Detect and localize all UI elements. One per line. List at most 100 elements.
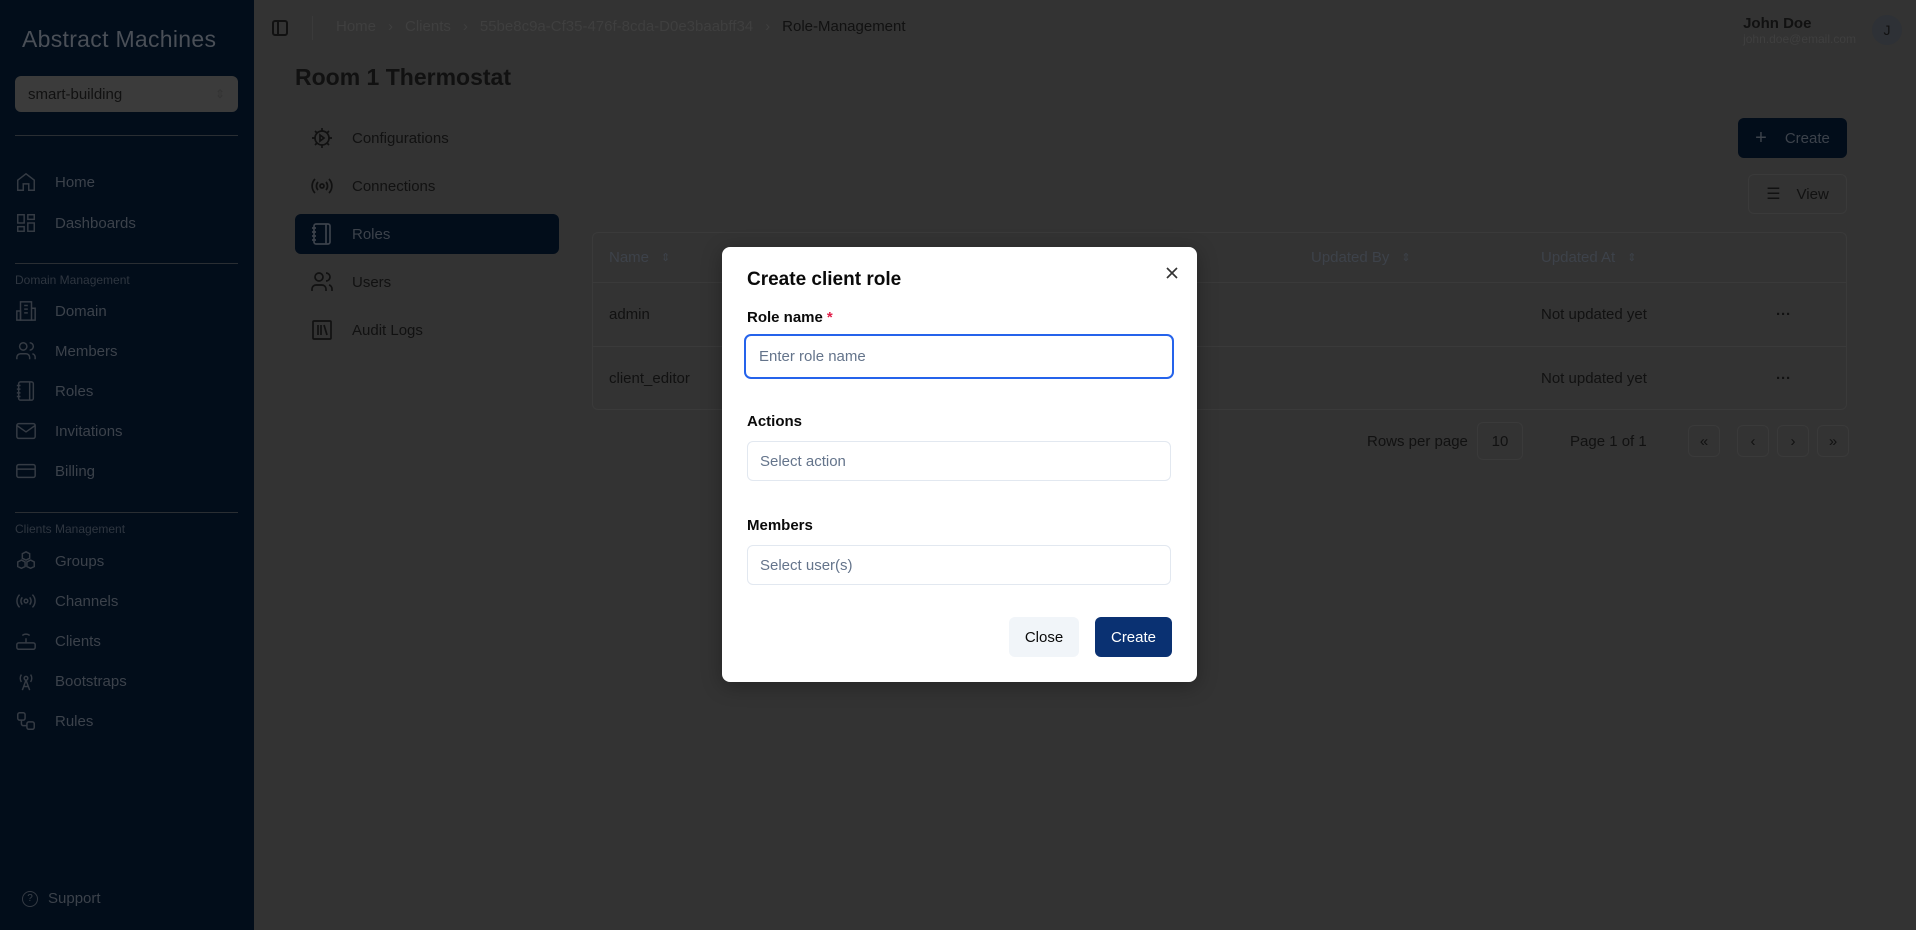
label: Audit Logs [352, 321, 423, 339]
label: Groups [55, 552, 105, 570]
sidebar-item-bootstraps[interactable]: Bootstraps [15, 664, 238, 698]
create-button[interactable]: Create [1095, 617, 1172, 657]
label: Roles [352, 225, 391, 243]
first-page-button[interactable]: « [1688, 425, 1720, 457]
cell-name: admin [609, 306, 650, 323]
required-indicator: * [826, 309, 833, 326]
library-icon [312, 320, 332, 340]
label: Role name [747, 309, 823, 326]
more-horizontal-icon[interactable]: ··· [1776, 347, 1791, 410]
more-horizontal-icon[interactable]: ··· [1776, 283, 1791, 346]
sidebar-item-domain[interactable]: Domain [15, 294, 238, 328]
divider [15, 135, 238, 136]
sidebar-toggle-icon[interactable] [272, 20, 288, 36]
breadcrumb-home[interactable]: Home [336, 18, 376, 35]
section-domain-management: Domain Management [15, 273, 130, 287]
dashboard-icon [17, 214, 35, 232]
sort-icon: ⇕ [1627, 252, 1637, 264]
label: Channels [55, 592, 119, 610]
view-options-button[interactable]: ☰ View [1748, 174, 1847, 214]
members-select[interactable]: Select user(s) [747, 545, 1171, 585]
sort-icon: ⇕ [661, 252, 671, 264]
prev-page-button[interactable]: ‹ [1737, 425, 1769, 457]
sidebar-item-billing[interactable]: Billing [15, 454, 238, 488]
column-header-updated-at[interactable]: Updated At ⇕ [1541, 233, 1636, 282]
router-icon [16, 633, 36, 650]
actions-select[interactable]: Select action [747, 441, 1171, 481]
avatar[interactable]: J [1872, 15, 1902, 45]
cell-updated-at: Not updated yet [1541, 306, 1647, 323]
plus-icon: + [1755, 126, 1767, 149]
close-button[interactable]: Close [1009, 617, 1079, 657]
sidebar-item-invitations[interactable]: Invitations [15, 414, 238, 448]
actions-label: Actions [747, 413, 803, 430]
label: Support [48, 890, 101, 907]
rows-per-page-label: Rows per page [1367, 432, 1468, 450]
sidebar-item-rules[interactable]: Rules [15, 704, 238, 738]
sidebar-item-members[interactable]: Members [15, 334, 238, 368]
tab-connections[interactable]: Connections [295, 166, 559, 206]
sidebar-item-channels[interactable]: Channels [15, 584, 238, 618]
radio-icon [311, 178, 333, 194]
rows-per-page-select[interactable]: 10 [1477, 422, 1523, 460]
label: Updated By [1311, 249, 1390, 266]
dialog-title: Create client role [747, 269, 902, 290]
sidebar-item-roles[interactable]: Roles [15, 374, 238, 408]
breadcrumb-current: Role-Management [782, 18, 906, 35]
workflow-icon [17, 712, 35, 730]
sliders-icon: ☰ [1766, 186, 1781, 203]
divider [15, 512, 238, 513]
sidebar: Abstract Machines smart-building ⇕ Home D… [0, 0, 254, 930]
user-name: John Doe [1743, 15, 1812, 32]
role-name-input[interactable] [744, 334, 1174, 379]
chevrons-up-down-icon: ⇕ [214, 87, 225, 101]
antenna-icon [19, 674, 33, 691]
breadcrumb: Home › Clients › 55be8c9a-Cf35-476f-8cda-D… [336, 18, 906, 35]
chevron-right-icon: › [765, 18, 771, 35]
support-link[interactable]: ? Support [22, 890, 101, 907]
column-header-name[interactable]: Name ⇕ [609, 233, 670, 282]
mail-icon [16, 422, 36, 440]
chevron-right-icon: › [388, 18, 394, 35]
building-icon [16, 301, 36, 321]
create-role-button[interactable]: + Create [1738, 118, 1847, 158]
last-page-button[interactable]: » [1817, 425, 1849, 457]
logo: Abstract Machines [22, 26, 217, 52]
breadcrumb-client-id[interactable]: 55be8c9a-Cf35-476f-8cda-D0e3baabff34 [480, 18, 753, 35]
tab-audit-logs[interactable]: Audit Logs [295, 310, 559, 350]
label: Bootstraps [55, 672, 127, 690]
members-label: Members [747, 517, 813, 534]
sort-icon: ⇕ [1401, 252, 1411, 264]
label: Create [1784, 129, 1830, 147]
cell-name: client_editor [609, 370, 690, 387]
close-icon[interactable] [1162, 263, 1182, 283]
label: Updated At [1541, 249, 1616, 266]
label: View [1796, 185, 1829, 203]
label: Name [609, 249, 650, 266]
page-indicator: Page 1 of 1 [1570, 432, 1647, 450]
sidebar-item-groups[interactable]: Groups [15, 544, 238, 578]
breadcrumb-clients[interactable]: Clients [405, 18, 451, 35]
label: Domain [55, 302, 107, 320]
tab-roles[interactable]: Roles [295, 214, 559, 254]
label: Rules [55, 712, 94, 730]
sidebar-item-dashboards[interactable]: Dashboards [15, 206, 238, 240]
label: Connections [352, 177, 436, 195]
tab-users[interactable]: Users [295, 262, 559, 302]
home-icon [17, 172, 35, 191]
sidebar-item-home[interactable]: Home [15, 165, 238, 199]
notebook-icon [312, 223, 331, 245]
workspace-selector[interactable]: smart-building ⇕ [15, 76, 238, 112]
cell-updated-at: Not updated yet [1541, 370, 1647, 387]
label: Users [352, 273, 392, 291]
tab-configurations[interactable]: Configurations [295, 118, 559, 158]
user-info[interactable]: John Doe john.doe@email.com [1743, 15, 1856, 46]
label: Dashboards [55, 214, 136, 232]
next-page-button[interactable]: › [1777, 425, 1809, 457]
column-header-updated-by[interactable]: Updated By ⇕ [1311, 233, 1411, 282]
section-clients-management: Clients Management [15, 522, 126, 536]
role-name-label: Role name * [747, 309, 833, 326]
sidebar-item-clients[interactable]: Clients [15, 624, 238, 658]
workspace-name: smart-building [28, 85, 123, 103]
radio-icon [16, 594, 36, 608]
